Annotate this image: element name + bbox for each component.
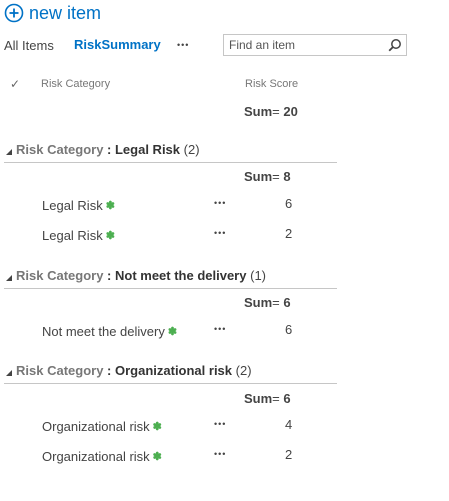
view-risk-summary[interactable]: RiskSummary: [74, 37, 161, 52]
group-sum-label: Sum: [244, 295, 273, 310]
list-item-title[interactable]: Not meet the delivery ✽: [42, 324, 177, 339]
new-item-button[interactable]: new item: [4, 2, 101, 24]
group-header-organizational-risk[interactable]: Risk Category : Organizational risk (2): [6, 363, 252, 378]
item-risk-score: 4: [285, 417, 293, 432]
group-sum: Sum= 8: [244, 169, 291, 184]
search-box: [223, 34, 407, 56]
new-item-badge-icon: ✽: [152, 421, 162, 433]
group-divider: [4, 383, 337, 384]
group-sum-value: 6: [283, 391, 291, 406]
group-sum: Sum= 6: [244, 391, 291, 406]
list-item-title[interactable]: Legal Risk ✽: [42, 228, 115, 243]
item-risk-score: 2: [285, 226, 293, 241]
group-count: (2): [183, 142, 200, 157]
group-header-not-meet-the-delivery[interactable]: Risk Category : Not meet the delivery (1…: [6, 268, 266, 283]
item-title-link[interactable]: Organizational risk: [42, 449, 150, 464]
group-sum-label: Sum: [244, 169, 273, 184]
item-title-link[interactable]: Not meet the delivery: [42, 324, 165, 339]
item-menu-button[interactable]: •••: [214, 198, 226, 208]
group-sum-eq: =: [272, 295, 280, 310]
group-sum-eq: =: [272, 391, 280, 406]
item-title-link[interactable]: Organizational risk: [42, 419, 150, 434]
collapse-triangle-icon[interactable]: [6, 274, 12, 281]
item-menu-button[interactable]: •••: [214, 449, 226, 459]
search-icon[interactable]: [388, 38, 402, 52]
group-sum-value: 6: [283, 295, 291, 310]
new-item-badge-icon: ✽: [105, 230, 115, 242]
plus-circle-icon: [4, 3, 24, 23]
group-name: Legal Risk: [114, 142, 181, 157]
item-menu-button[interactable]: •••: [214, 228, 226, 238]
list-item-title[interactable]: Legal Risk ✽: [42, 198, 115, 213]
item-risk-score: 6: [285, 196, 293, 211]
group-divider: [4, 288, 337, 289]
item-risk-score: 6: [285, 322, 293, 337]
new-item-badge-icon: ✽: [152, 451, 162, 463]
views-more-button[interactable]: •••: [177, 40, 189, 50]
group-field-label: Risk Category: [16, 268, 104, 283]
group-count: (2): [235, 363, 252, 378]
column-header-risk-score[interactable]: Risk Score: [245, 78, 298, 90]
item-risk-score: 2: [285, 447, 293, 462]
group-field-label: Risk Category: [16, 363, 104, 378]
group-sep: :: [103, 268, 115, 283]
group-field-label: Risk Category: [16, 142, 104, 157]
total-sum-eq: =: [272, 104, 280, 119]
group-sum-label: Sum: [244, 391, 273, 406]
column-header-risk-category[interactable]: Risk Category: [41, 78, 110, 90]
list-item-title[interactable]: Organizational risk ✽: [42, 419, 162, 434]
search-input[interactable]: [224, 35, 379, 55]
group-sep: :: [103, 363, 115, 378]
group-name: Organizational risk: [114, 363, 233, 378]
item-menu-button[interactable]: •••: [214, 419, 226, 429]
new-item-badge-icon: ✽: [167, 326, 178, 338]
view-all-items[interactable]: All Items: [4, 38, 54, 53]
group-count: (1): [250, 268, 266, 283]
list-item-title[interactable]: Organizational risk ✽: [42, 449, 162, 464]
item-title-link[interactable]: Legal Risk: [42, 198, 103, 213]
group-sum: Sum= 6: [244, 295, 291, 310]
group-divider: [4, 162, 337, 163]
group-name: Not meet the delivery: [114, 268, 247, 283]
total-sum: Sum= 20: [244, 104, 298, 119]
group-sep: :: [103, 142, 115, 157]
total-sum-value: 20: [283, 104, 298, 119]
new-item-label: new item: [29, 3, 102, 23]
new-item-badge-icon: ✽: [105, 200, 115, 212]
collapse-triangle-icon[interactable]: [6, 148, 12, 155]
item-title-link[interactable]: Legal Risk: [42, 228, 103, 243]
group-header-legal-risk[interactable]: Risk Category : Legal Risk (2): [6, 142, 200, 157]
collapse-triangle-icon[interactable]: [6, 369, 12, 376]
group-sum-value: 8: [283, 169, 291, 184]
group-sum-eq: =: [272, 169, 280, 184]
select-all-check-icon[interactable]: ✓: [10, 77, 20, 91]
item-menu-button[interactable]: •••: [214, 324, 226, 334]
total-sum-label: Sum: [244, 104, 273, 119]
